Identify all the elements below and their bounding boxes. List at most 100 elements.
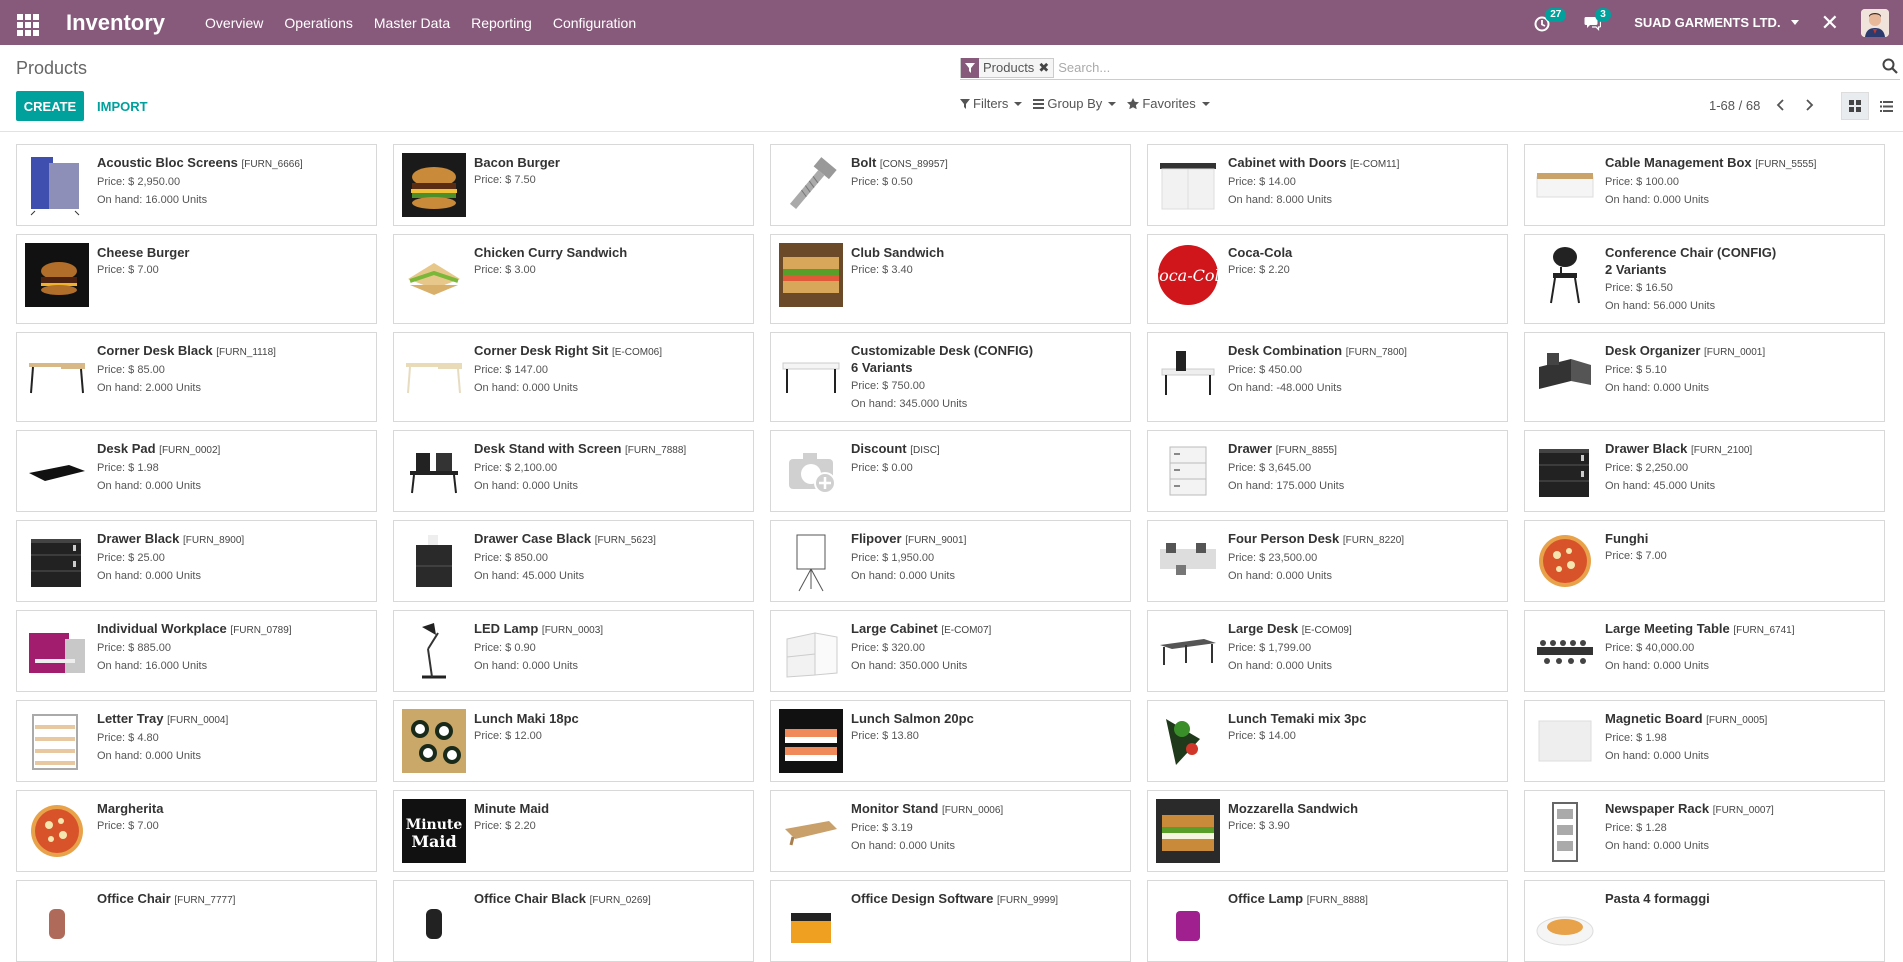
product-on-hand: On hand: 8.000 Units [1228,194,1332,206]
product-card[interactable]: Office Design Software [FURN_9999] [770,880,1131,962]
product-card[interactable]: Large Cabinet [E-COM07] Price: $ 320.00 On… [770,610,1131,692]
chevron-right-icon[interactable] [1802,97,1816,113]
product-card[interactable]: Flipover [FURN_9001] Price: $ 1,950.00 On … [770,520,1131,602]
product-image [1156,153,1220,217]
product-card[interactable]: Margherita Price: $ 7.00 [16,790,377,872]
kanban-view-icon[interactable] [1841,92,1869,120]
product-card[interactable]: Office Chair [FURN_7777] [16,880,377,962]
product-card[interactable]: Acoustic Bloc Screens [FURN_6666] Price: … [16,144,377,226]
product-card[interactable]: Cable Management Box [FURN_5555] Price: $… [1524,144,1885,226]
menu-configuration[interactable]: Configuration [553,15,636,31]
product-card[interactable]: Desk Combination [FURN_7800] Price: $ 450… [1147,332,1508,422]
product-card[interactable]: Pasta 4 formaggi [1524,880,1885,962]
product-on-hand: On hand: 175.000 Units [1228,480,1345,492]
product-name: Discount [DISC] [851,441,1122,459]
product-card[interactable]: Bolt [CONS_89957] Price: $ 0.50 [770,144,1131,226]
product-name: Mozzarella Sandwich [1228,801,1499,817]
favorites-dropdown[interactable]: Favorites [1127,96,1210,111]
chevron-left-icon[interactable] [1774,97,1788,113]
filters-dropdown[interactable]: Filters [960,96,1023,111]
product-card[interactable]: Club Sandwich Price: $ 3.40 [770,234,1131,324]
menu-reporting[interactable]: Reporting [471,15,532,31]
product-card[interactable]: Minute Maid Minute Maid Price: $ 2.20 [393,790,754,872]
product-card[interactable]: Monitor Stand [FURN_0006] Price: $ 3.19 On… [770,790,1131,872]
product-name-text: Chicken Curry Sandwich [474,245,628,260]
product-card[interactable]: Drawer [FURN_8855] Price: $ 3,645.00 On ha… [1147,430,1508,512]
product-card[interactable]: Drawer Black [FURN_2100] Price: $ 2,250.0… [1524,430,1885,512]
groupby-dropdown[interactable]: Group By [1033,96,1117,111]
product-price: Price: $ 2.20 [474,820,536,832]
menu-operations[interactable]: Operations [284,15,352,31]
product-card[interactable]: Discount [DISC] Price: $ 0.00 [770,430,1131,512]
menu-master-data[interactable]: Master Data [374,15,450,31]
apps-menu-icon[interactable] [14,11,39,36]
product-card[interactable]: Lunch Salmon 20pc Price: $ 13.80 [770,700,1131,782]
product-name: Desk Stand with Screen [FURN_7888] [474,441,745,459]
create-button[interactable]: CREATE [16,91,84,121]
product-card[interactable]: Conference Chair (CONFIG) 2 Variants Price… [1524,234,1885,324]
menu-overview[interactable]: Overview [205,15,263,31]
product-card[interactable]: Corner Desk Right Sit [E-COM06] Price: $ … [393,332,754,422]
chevron-down-icon[interactable] [1790,20,1799,25]
product-price: Price: $ 1.98 [1605,732,1667,744]
product-price: Price: $ 14.00 [1228,730,1296,742]
product-card[interactable]: Cabinet with Doors [E-COM11] Price: $ 14.… [1147,144,1508,226]
product-card[interactable]: Large Desk [E-COM09] Price: $ 1,799.00 On … [1147,610,1508,692]
product-name: Flipover [FURN_9001] [851,531,1122,549]
product-card[interactable]: Customizable Desk (CONFIG) 6 Variants Pric… [770,332,1131,422]
product-price: Price: $ 0.50 [851,176,913,188]
favorites-label: Favorites [1142,96,1196,111]
list-view-icon[interactable] [1872,92,1900,120]
product-price: Price: $ 7.00 [97,264,159,276]
search-input[interactable] [1054,60,1900,75]
product-name-text: Lunch Maki 18pc [474,711,579,726]
product-card[interactable]: Lunch Maki 18pc Price: $ 12.00 [393,700,754,782]
product-card[interactable]: Drawer Black [FURN_8900] Price: $ 25.00 On… [16,520,377,602]
product-image [779,243,843,307]
product-card[interactable]: Office Lamp [FURN_8888] [1147,880,1508,962]
product-card[interactable]: Bacon Burger Price: $ 7.50 [393,144,754,226]
pager-value[interactable]: 1-68 / 68 [1709,98,1760,113]
product-name-text: Drawer Case Black [474,531,592,546]
product-card[interactable]: Cheese Burger Price: $ 7.00 [16,234,377,324]
messages-chat-icon[interactable]: 3 [1584,7,1611,34]
product-info: Office Chair Black [FURN_0269] [474,889,745,953]
product-card[interactable]: Four Person Desk [FURN_8220] Price: $ 23,… [1147,520,1508,602]
close-icon[interactable]: ✕ [1821,11,1839,34]
search-facet-products[interactable]: Products ✖ [960,57,1055,78]
product-card[interactable]: Desk Stand with Screen [FURN_7888] Price:… [393,430,754,512]
top-navbar: Inventory Overview Operations Master Dat… [0,0,1903,45]
product-image: Minute Maid [402,799,466,863]
product-image [1533,529,1597,593]
product-card[interactable]: Desk Pad [FURN_0002] Price: $ 1.98 On hand… [16,430,377,512]
product-card[interactable]: Newspaper Rack [FURN_0007] Price: $ 1.28 O… [1524,790,1885,872]
product-card[interactable]: Magnetic Board [FURN_0005] Price: $ 1.98 O… [1524,700,1885,782]
product-name-text: Four Person Desk [1228,531,1340,546]
product-name-text: Mozzarella Sandwich [1228,801,1359,816]
product-card[interactable]: Corner Desk Black [FURN_1118] Price: $ 85… [16,332,377,422]
product-card[interactable]: Mozzarella Sandwich Price: $ 3.90 [1147,790,1508,872]
product-code: [FURN_1118] [216,347,276,358]
activity-clock-icon[interactable]: 27 [1534,7,1567,34]
product-card[interactable]: Coca-Cola Coca-Cola Price: $ 2.20 [1147,234,1508,324]
product-image [25,799,89,863]
app-title[interactable]: Inventory [66,10,165,36]
company-switcher[interactable]: SUAD GARMENTS LTD. [1634,15,1780,30]
product-card[interactable]: Lunch Temaki mix 3pc Price: $ 14.00 [1147,700,1508,782]
search-icon[interactable] [1882,58,1900,76]
user-avatar[interactable] [1861,8,1889,37]
product-card[interactable]: Office Chair Black [FURN_0269] [393,880,754,962]
product-price: Price: $ 7.00 [97,820,159,832]
import-button[interactable]: IMPORT [90,91,155,121]
product-card[interactable]: Large Meeting Table [FURN_6741] Price: $ … [1524,610,1885,692]
product-card[interactable]: LED Lamp [FURN_0003] Price: $ 0.90 On hand… [393,610,754,692]
product-image [1156,709,1220,773]
product-card[interactable]: Desk Organizer [FURN_0001] Price: $ 5.10 O… [1524,332,1885,422]
product-card[interactable]: Funghi Price: $ 7.00 [1524,520,1885,602]
product-card[interactable]: Letter Tray [FURN_0004] Price: $ 4.80 On h… [16,700,377,782]
product-card[interactable]: Chicken Curry Sandwich Price: $ 3.00 [393,234,754,324]
remove-facet-icon[interactable]: ✖ [1038,60,1053,76]
product-card[interactable]: Drawer Case Black [FURN_5623] Price: $ 85… [393,520,754,602]
product-card[interactable]: Individual Workplace [FURN_0789] Price: $… [16,610,377,692]
product-price: Price: $ 850.00 [474,552,548,564]
